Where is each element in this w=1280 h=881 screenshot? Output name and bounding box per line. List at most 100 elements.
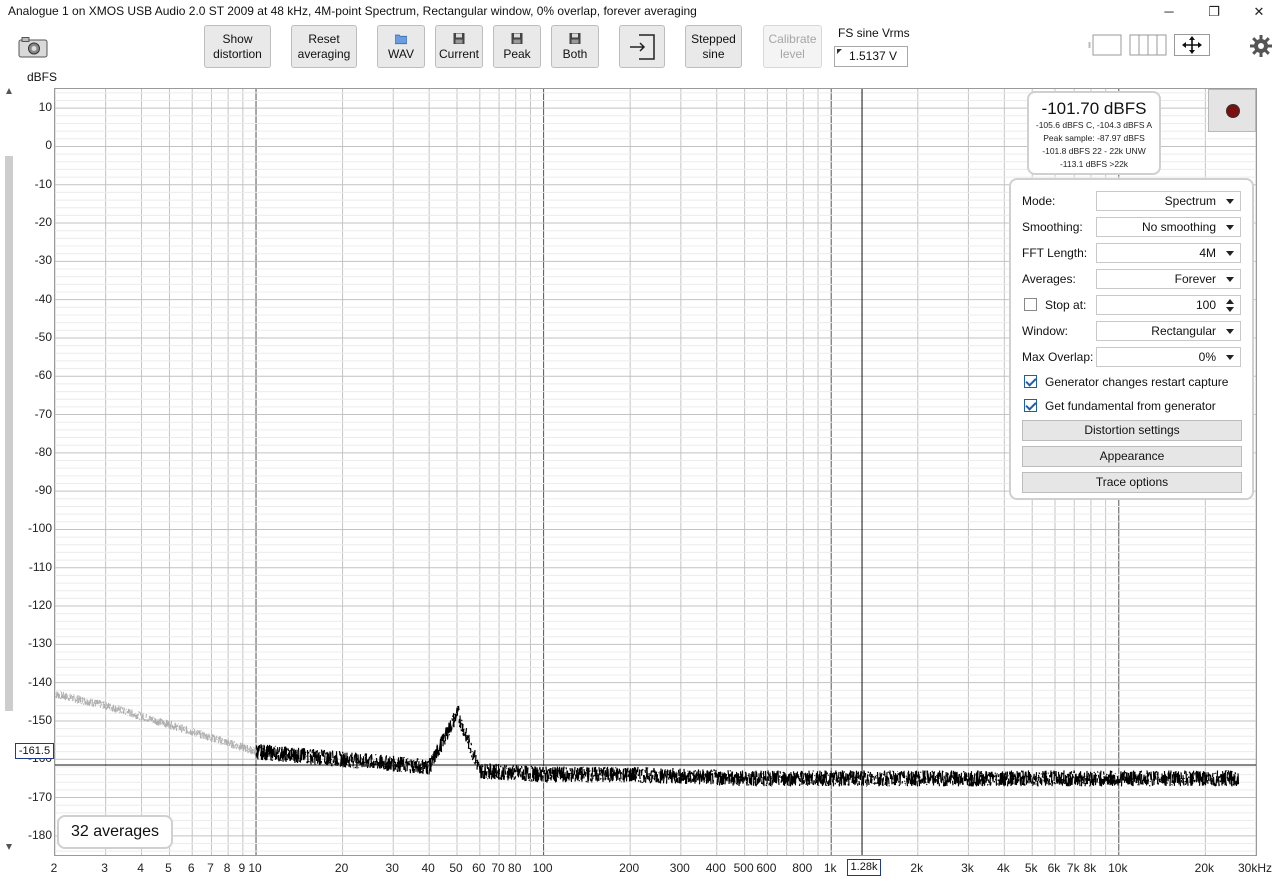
vertical-scrollbar[interactable] — [5, 88, 13, 850]
y-tick-label: -130 — [27, 636, 52, 651]
stop-at-spinner[interactable]: 100 — [1096, 295, 1241, 315]
window-label: Window: — [1022, 324, 1069, 338]
y-tick-label: -90 — [34, 483, 52, 498]
fundamental-from-generator-checkbox[interactable] — [1024, 399, 1037, 412]
generator-restart-checkbox[interactable] — [1024, 375, 1037, 388]
y-tick-label: -100 — [27, 521, 52, 536]
x-tick-label: 3k — [961, 861, 974, 875]
x-tick-label: 20k — [1194, 861, 1215, 875]
rta-settings-panel: Mode: Spectrum Smoothing: No smoothing F… — [1009, 178, 1254, 500]
y-tick-label: -30 — [34, 253, 52, 268]
save-both-button[interactable]: Both — [551, 25, 599, 68]
close-button[interactable]: ✕ — [1236, 0, 1280, 23]
save-peak-button[interactable]: Peak — [493, 25, 541, 68]
y-tick-label: -110 — [28, 559, 52, 574]
folder-icon — [395, 34, 407, 44]
stepped-sine-button[interactable]: Stepped sine — [685, 25, 742, 68]
single-graph-view-icon[interactable] — [1088, 34, 1123, 56]
y-axis-unit-label: dBFS — [27, 70, 58, 84]
fundamental-from-generator-label: Get fundamental from generator — [1045, 399, 1216, 413]
x-tick-label: 70 — [491, 861, 505, 875]
x-tick-label: 600 — [756, 861, 777, 875]
level-readout-above22k: -113.1 dBFS >22k — [1059, 159, 1129, 169]
trace-options-button[interactable]: Trace options — [1022, 472, 1242, 493]
split-graph-view-icon[interactable] — [1129, 34, 1167, 56]
stop-at-label: Stop at: — [1045, 298, 1087, 312]
smoothing-select[interactable]: No smoothing — [1096, 217, 1241, 237]
fft-length-select[interactable]: 4M — [1096, 243, 1241, 263]
y-tick-label: -50 — [34, 329, 52, 344]
x-tick-label: 9 — [238, 861, 246, 875]
both-label: Both — [562, 46, 588, 61]
x-tick-label: 800 — [792, 861, 813, 875]
gear-icon[interactable] — [1250, 35, 1272, 57]
record-icon — [1227, 105, 1239, 117]
show-distortion-label-1: Show — [222, 31, 253, 46]
import-button[interactable] — [619, 25, 665, 68]
y-tick-label: 10 — [38, 100, 52, 115]
averages-label: Averages: — [1022, 272, 1076, 286]
import-icon — [630, 33, 655, 60]
averages-select[interactable]: Forever — [1096, 269, 1241, 289]
x-tick-label: 500 — [733, 861, 754, 875]
fs-sine-input[interactable]: 1.5137 V — [834, 46, 908, 67]
restore-button[interactable]: ❐ — [1191, 0, 1237, 23]
appearance-button[interactable]: Appearance — [1022, 446, 1242, 467]
window-select[interactable]: Rectangular — [1096, 321, 1241, 341]
y-tick-label: -140 — [27, 674, 52, 689]
y-tick-label: -120 — [27, 598, 52, 613]
x-tick-label: 1k — [823, 861, 837, 875]
camera-icon[interactable] — [18, 37, 48, 58]
level-readout-main: -101.70 dBFS — [1041, 99, 1147, 118]
title-bar: Analogue 1 on XMOS USB Audio 2.0 ST 2009… — [0, 0, 1280, 23]
stop-at-value: 100 — [1195, 298, 1216, 312]
level-readout-weighted: -105.6 dBFS C, -104.3 dBFS A — [1035, 120, 1153, 130]
x-tick-label: 10k — [1108, 861, 1128, 875]
reset-averaging-label-2: averaging — [297, 46, 351, 61]
minimize-button[interactable]: ─ — [1146, 0, 1192, 23]
wav-button[interactable]: WAV — [377, 25, 425, 68]
peak-label: Peak — [503, 46, 531, 61]
x-tick-label: 200 — [619, 861, 640, 875]
x-tick-label: 8 — [223, 861, 231, 875]
max-overlap-select[interactable]: 0% — [1096, 347, 1241, 367]
y-tick-label: -10 — [34, 176, 52, 191]
x-tick-label: 5k — [1024, 861, 1038, 875]
y-tick-label: -80 — [34, 444, 52, 459]
show-distortion-button[interactable]: Show distortion — [204, 25, 271, 68]
spin-up-icon[interactable] — [1226, 299, 1234, 304]
x-tick-label: 40 — [421, 861, 435, 875]
mode-select[interactable]: Spectrum — [1096, 191, 1241, 211]
x-tick-label: 8k — [1083, 861, 1097, 875]
calibrate-level-label-2: level — [780, 46, 805, 61]
x-tick-label: 4k — [996, 861, 1010, 875]
show-distortion-label-2: distortion — [213, 46, 262, 61]
x-tick-label: 10 — [248, 861, 262, 875]
save-icon — [453, 32, 465, 44]
low-frequency-trace — [55, 690, 257, 755]
y-tick-label: -70 — [34, 406, 52, 421]
x-tick-label: 30kHz — [1237, 861, 1273, 875]
save-current-button[interactable]: Current — [435, 25, 483, 68]
y-cursor-value: -161.5 — [15, 743, 54, 759]
stop-at-checkbox[interactable] — [1024, 298, 1037, 311]
move-icon[interactable] — [1174, 34, 1210, 56]
y-tick-label: -150 — [27, 712, 52, 727]
x-tick-label: 60 — [472, 861, 486, 875]
calibrate-level-label-1: Calibrate — [768, 31, 817, 46]
stepped-sine-label-1: Stepped — [691, 31, 736, 46]
level-readout-unweighted: -101.8 dBFS 22 - 22k UNW — [1042, 146, 1146, 156]
x-tick-label: 50 — [449, 861, 463, 875]
distortion-settings-button[interactable]: Distortion settings — [1022, 420, 1242, 441]
y-tick-label: -60 — [34, 368, 52, 383]
x-tick-label: 300 — [669, 861, 690, 875]
reset-averaging-label-1: Reset — [308, 31, 340, 46]
record-button[interactable] — [1208, 89, 1256, 132]
window-title: Analogue 1 on XMOS USB Audio 2.0 ST 2009… — [8, 4, 697, 18]
x-tick-label: 6k — [1047, 861, 1061, 875]
spin-down-icon[interactable] — [1226, 307, 1234, 312]
calibrate-level-button[interactable]: Calibrate level — [763, 25, 822, 68]
reset-averaging-button[interactable]: Reset averaging — [291, 25, 357, 68]
level-readout: -101.70 dBFS -105.6 dBFS C, -104.3 dBFS … — [1027, 91, 1161, 175]
x-tick-label: 100 — [532, 861, 553, 875]
